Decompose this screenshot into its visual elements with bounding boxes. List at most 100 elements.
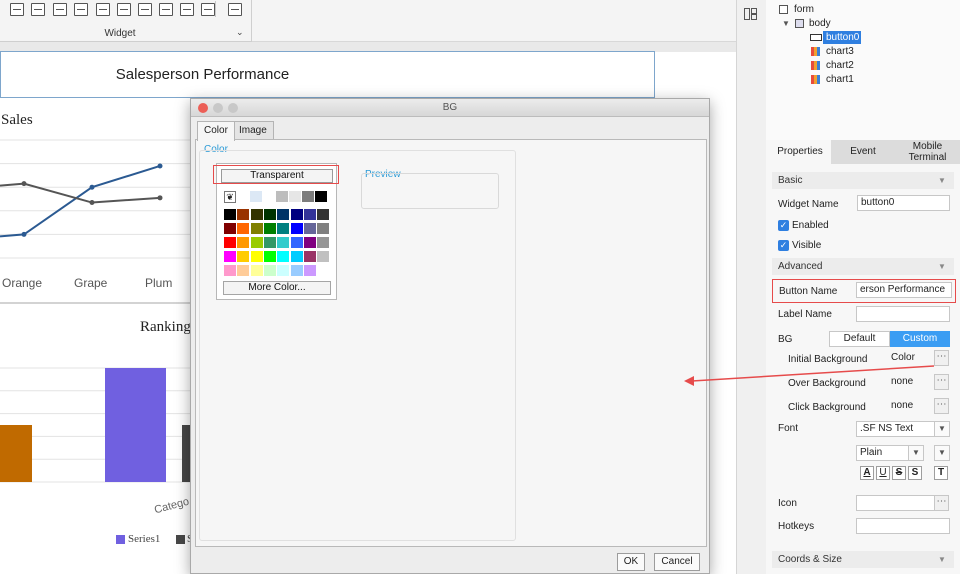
more-options-icon[interactable]: ⋯ [934,398,949,414]
color-swatch[interactable] [224,209,236,220]
widget-name-field[interactable]: button0 [857,195,950,211]
initial-bg-field[interactable]: Color [887,350,935,366]
color-swatch[interactable] [277,223,290,234]
color-swatch[interactable] [277,209,290,220]
color-swatch[interactable] [303,223,316,234]
media-widget-icon[interactable] [138,3,152,16]
section-advanced[interactable]: Advanced [772,258,954,275]
bg-custom-button[interactable]: Custom [890,331,950,347]
color-swatch[interactable] [224,237,236,248]
color-swatch[interactable] [250,237,263,248]
color-swatch[interactable] [224,223,236,234]
color-swatch[interactable] [250,251,263,262]
color-swatch[interactable] [237,237,250,248]
color-swatch[interactable] [303,237,316,248]
color-swatch[interactable] [290,265,303,276]
tree-item-body[interactable]: body [809,18,831,30]
hotkeys-field[interactable] [856,518,950,534]
color-swatch[interactable] [263,223,276,234]
sales-line-chart[interactable] [0,135,200,275]
color-swatch[interactable] [263,191,275,202]
tab-color[interactable]: Color [197,121,235,141]
chevron-down-icon[interactable]: ▼ [938,555,946,564]
text-size-button[interactable]: T [934,466,948,480]
color-swatch[interactable] [263,209,276,220]
icon-field[interactable] [856,495,936,511]
color-swatch[interactable] [303,209,316,220]
color-swatch[interactable] [317,223,330,234]
tree-item-form[interactable]: form [794,4,814,16]
color-swatch[interactable] [317,237,330,248]
color-swatch[interactable] [250,223,263,234]
color-swatch[interactable] [302,191,314,202]
form-widget-icon[interactable] [96,3,110,16]
more-options-icon[interactable]: ⋯ [934,350,949,366]
eyedropper-icon[interactable]: ❦ [224,191,236,203]
underline-button[interactable]: U [876,466,890,480]
tab-event[interactable]: Event [831,140,895,164]
color-swatch[interactable] [317,265,330,276]
cancel-button[interactable]: Cancel [654,553,700,571]
text-widget-icon[interactable] [31,3,45,16]
color-swatch[interactable] [289,191,301,202]
more-options-icon[interactable]: ⋯ [934,374,949,390]
tab-image[interactable]: Image [232,121,274,140]
font-color-button[interactable]: A [860,466,874,480]
label-name-field[interactable] [856,306,950,322]
color-swatch[interactable] [237,209,250,220]
chevron-down-icon[interactable]: ⌄ [236,27,244,38]
strikethrough-button[interactable]: S [892,466,906,480]
checkbox-widget-icon[interactable] [159,3,173,16]
click-bg-field[interactable]: none [887,398,935,414]
ok-button[interactable]: OK [617,553,645,571]
list-widget-icon[interactable] [201,3,215,16]
grid-widget-icon[interactable] [117,3,131,16]
color-swatch[interactable] [237,223,250,234]
color-swatch[interactable] [224,251,236,262]
color-swatch[interactable] [277,251,290,262]
color-swatch[interactable] [290,223,303,234]
button-widget-icon[interactable] [53,3,67,16]
color-swatch[interactable] [224,265,236,276]
color-swatch[interactable] [290,251,303,262]
color-swatch[interactable] [250,265,263,276]
section-coords-size[interactable]: Coords & Size [772,551,954,568]
more-color-button[interactable]: More Color... [223,281,331,295]
color-swatch[interactable] [315,191,327,202]
ranking-bar-chart[interactable] [0,344,200,484]
color-swatch[interactable] [276,191,288,202]
chevron-down-icon[interactable]: ▼ [938,262,946,271]
enabled-checkbox[interactable]: ✓ [778,220,789,231]
tree-item-chart3[interactable]: chart3 [826,46,854,58]
tree-item-chart2[interactable]: chart2 [826,60,854,72]
chevron-down-icon[interactable]: ▼ [782,18,790,30]
color-swatch[interactable] [290,237,303,248]
color-swatch[interactable] [317,251,330,262]
shadow-button[interactable]: S [908,466,922,480]
more-options-icon[interactable]: ⋯ [934,495,949,511]
color-swatch[interactable] [263,237,276,248]
bg-default-button[interactable]: Default [829,331,890,347]
color-swatch[interactable] [277,237,290,248]
radio-widget-icon[interactable] [180,3,194,16]
color-swatch[interactable] [277,265,290,276]
tab-mobile-terminal[interactable]: Mobile Terminal [895,140,960,164]
visible-checkbox[interactable]: ✓ [778,240,789,251]
chevron-down-icon[interactable]: ▼ [934,445,950,461]
chevron-down-icon[interactable]: ▼ [934,421,950,437]
color-swatch[interactable] [317,209,330,220]
chevron-down-icon[interactable]: ▼ [908,445,924,461]
color-swatch[interactable] [250,191,262,202]
page-widget-icon[interactable] [228,3,242,16]
color-swatch[interactable] [263,265,276,276]
chevron-down-icon[interactable]: ▼ [938,176,946,185]
color-swatch[interactable] [290,209,303,220]
color-swatch[interactable] [250,209,263,220]
layout-icon[interactable] [744,8,757,20]
color-swatch[interactable] [303,251,316,262]
tab-properties[interactable]: Properties [769,140,831,164]
tree-item-button0[interactable]: button0 [826,32,859,44]
color-swatch[interactable] [237,265,250,276]
color-swatch[interactable] [303,265,316,276]
section-basic[interactable]: Basic [772,172,954,189]
